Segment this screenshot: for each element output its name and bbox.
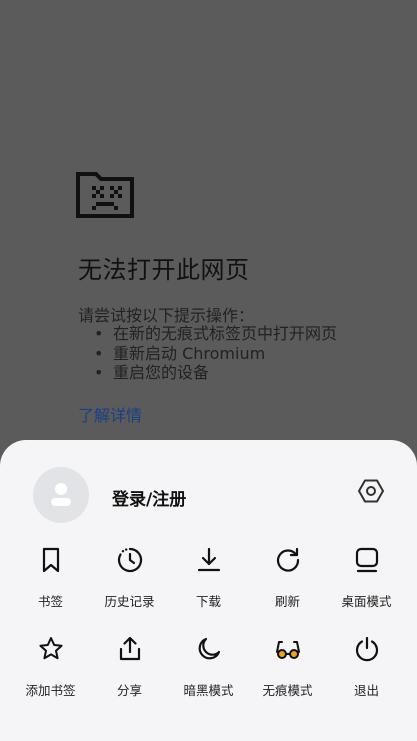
menu-row-2: 添加书签 分享 暗黑模式 无痕模式 退出 — [0, 635, 417, 705]
suggestion-item: 重新启动 Chromium — [94, 344, 337, 364]
menu-item-share[interactable]: 分享 — [90, 635, 169, 705]
refresh-icon — [276, 547, 299, 572]
menu-item-incognito[interactable]: 无痕模式 — [248, 635, 327, 705]
menu-row-1: 书签 历史记录 下载 刷新 桌面模式 — [0, 546, 417, 616]
menu-item-history[interactable]: 历史记录 — [90, 546, 169, 616]
history-icon — [117, 547, 142, 573]
learn-more-link[interactable]: 了解详情 — [78, 402, 142, 426]
share-icon — [119, 636, 140, 661]
menu-item-label: 历史记录 — [104, 594, 155, 609]
menu-item-bookmarks[interactable]: 书签 — [11, 546, 90, 616]
error-intro: 请尝试按以下提示操作： — [78, 306, 255, 325]
menu-item-label: 退出 — [353, 683, 379, 698]
menu-item-refresh[interactable]: 刷新 — [248, 546, 327, 616]
menu-item-downloads[interactable]: 下载 — [169, 546, 248, 616]
bookmark-icon — [42, 547, 59, 573]
menu-item-label: 桌面模式 — [341, 594, 392, 609]
suggestion-item: 重启您的设备 — [94, 363, 337, 383]
menu-item-label: 书签 — [37, 594, 63, 609]
menu-item-desktop-mode[interactable]: 桌面模式 — [327, 546, 406, 616]
suggestion-list: 在新的无痕式标签页中打开网页 重新启动 Chromium 重启您的设备 — [94, 324, 337, 383]
incognito-glasses-icon — [275, 641, 300, 659]
moon-icon — [198, 637, 220, 660]
menu-item-label: 分享 — [116, 683, 142, 698]
menu-item-label: 下载 — [195, 594, 221, 609]
user-icon — [51, 483, 71, 506]
power-icon — [355, 636, 378, 662]
menu-item-add-bookmark[interactable]: 添加书签 — [11, 635, 90, 705]
suggestion-item: 在新的无痕式标签页中打开网页 — [94, 324, 337, 344]
avatar[interactable] — [33, 467, 89, 523]
sad-page-icon — [76, 172, 134, 218]
menu-item-dark-mode[interactable]: 暗黑模式 — [169, 635, 248, 705]
menu-item-label: 刷新 — [274, 594, 300, 609]
menu-item-exit[interactable]: 退出 — [327, 635, 406, 705]
error-title: 无法打开此网页 — [78, 256, 250, 284]
menu-bottom-sheet: 登录/注册 书签 历史记录 下载 刷新 桌面模式 添加书签 分享 暗黑模式 无痕… — [0, 440, 417, 741]
menu-item-label: 无痕模式 — [262, 683, 313, 698]
star-icon — [38, 637, 63, 660]
desktop-mode-icon — [355, 547, 378, 573]
login-register-button[interactable]: 登录/注册 — [112, 485, 186, 510]
menu-item-label: 添加书签 — [25, 683, 76, 698]
menu-item-label: 暗黑模式 — [183, 683, 234, 698]
settings-hex-icon[interactable] — [357, 477, 385, 505]
download-icon — [197, 547, 220, 572]
